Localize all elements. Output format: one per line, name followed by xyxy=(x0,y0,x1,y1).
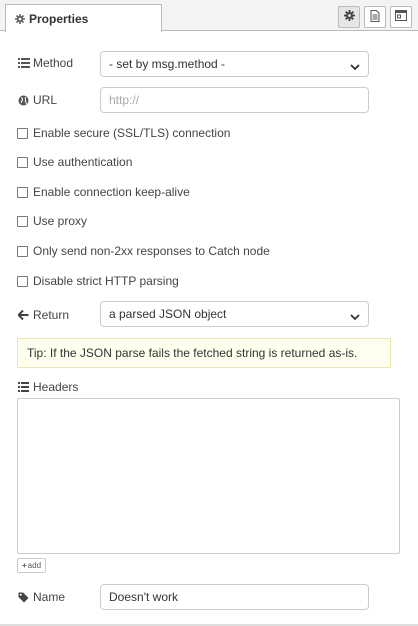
method-row: Method xyxy=(17,56,73,70)
add-header-label: add xyxy=(27,561,42,570)
tip-box: Tip: If the JSON parse fails the fetched… xyxy=(17,338,391,368)
chevron-down-icon xyxy=(350,60,360,74)
keepalive-label: Enable connection keep-alive xyxy=(33,185,190,199)
auth-checkbox[interactable] xyxy=(17,156,28,168)
ssl-checkbox[interactable] xyxy=(17,127,28,139)
name-label: Name xyxy=(17,590,65,604)
name-label-text: Name xyxy=(33,590,66,604)
keepalive-checkbox[interactable] xyxy=(17,186,28,198)
headers-row: Headers xyxy=(17,380,78,394)
method-label: Method xyxy=(17,56,73,70)
return-row: Return xyxy=(17,308,69,322)
node-description-button[interactable] xyxy=(364,6,386,28)
auth-label: Use authentication xyxy=(33,155,133,169)
method-select[interactable]: - set by msg.method - xyxy=(100,51,369,77)
node-appearance-button[interactable] xyxy=(390,6,412,28)
globe-icon xyxy=(17,94,30,106)
option-ssl[interactable]: Enable secure (SSL/TLS) connection xyxy=(17,126,230,140)
tab-title: Properties xyxy=(29,11,89,26)
name-row: Name xyxy=(17,590,65,604)
arrow-left-icon xyxy=(17,309,30,321)
plus-icon: + xyxy=(22,561,27,570)
url-input-placeholder: http:// xyxy=(109,93,140,107)
option-non2xx[interactable]: Only send non-2xx responses to Catch nod… xyxy=(17,244,270,258)
return-select-value: a parsed JSON object xyxy=(109,307,227,321)
headers-label-text: Headers xyxy=(33,380,79,394)
cog-icon xyxy=(15,13,25,24)
method-select-value: - set by msg.method - xyxy=(109,57,226,71)
add-header-button[interactable]: + add xyxy=(17,558,47,573)
strict-parsing-checkbox[interactable] xyxy=(17,275,28,287)
option-auth[interactable]: Use authentication xyxy=(17,155,132,169)
non2xx-label: Only send non-2xx responses to Catch nod… xyxy=(33,244,270,258)
non2xx-checkbox[interactable] xyxy=(17,245,28,257)
tab-properties[interactable]: Properties xyxy=(5,4,162,32)
url-row: URL xyxy=(17,93,57,107)
ssl-label: Enable secure (SSL/TLS) connection xyxy=(33,126,231,140)
method-label-text: Method xyxy=(33,56,74,70)
window-icon xyxy=(395,10,407,24)
cog-icon xyxy=(343,10,355,24)
option-proxy[interactable]: Use proxy xyxy=(17,214,87,228)
return-label-text: Return xyxy=(33,308,70,322)
chevron-down-icon xyxy=(350,310,360,324)
name-input-value: Doesn't work xyxy=(109,590,178,604)
url-input[interactable]: http:// xyxy=(100,87,369,113)
option-keepalive[interactable]: Enable connection keep-alive xyxy=(17,185,190,199)
editor-tab-bar: Properties xyxy=(0,0,418,32)
headers-label: Headers xyxy=(17,380,78,394)
file-icon xyxy=(370,9,380,25)
proxy-checkbox[interactable] xyxy=(17,215,28,227)
tag-icon xyxy=(17,591,30,603)
return-select[interactable]: a parsed JSON object xyxy=(100,301,369,327)
name-input[interactable]: Doesn't work xyxy=(100,584,369,610)
list-icon xyxy=(17,381,30,393)
option-strict-parsing[interactable]: Disable strict HTTP parsing xyxy=(17,274,179,288)
return-label: Return xyxy=(17,308,69,322)
tip-text: Tip: If the JSON parse fails the fetched… xyxy=(27,346,358,360)
url-label: URL xyxy=(17,93,57,107)
strict-parsing-label: Disable strict HTTP parsing xyxy=(33,274,179,288)
list-icon xyxy=(17,57,30,69)
headers-list[interactable] xyxy=(17,398,400,554)
proxy-label: Use proxy xyxy=(33,214,88,228)
node-settings-button[interactable] xyxy=(338,6,360,28)
url-label-text: URL xyxy=(33,93,58,107)
